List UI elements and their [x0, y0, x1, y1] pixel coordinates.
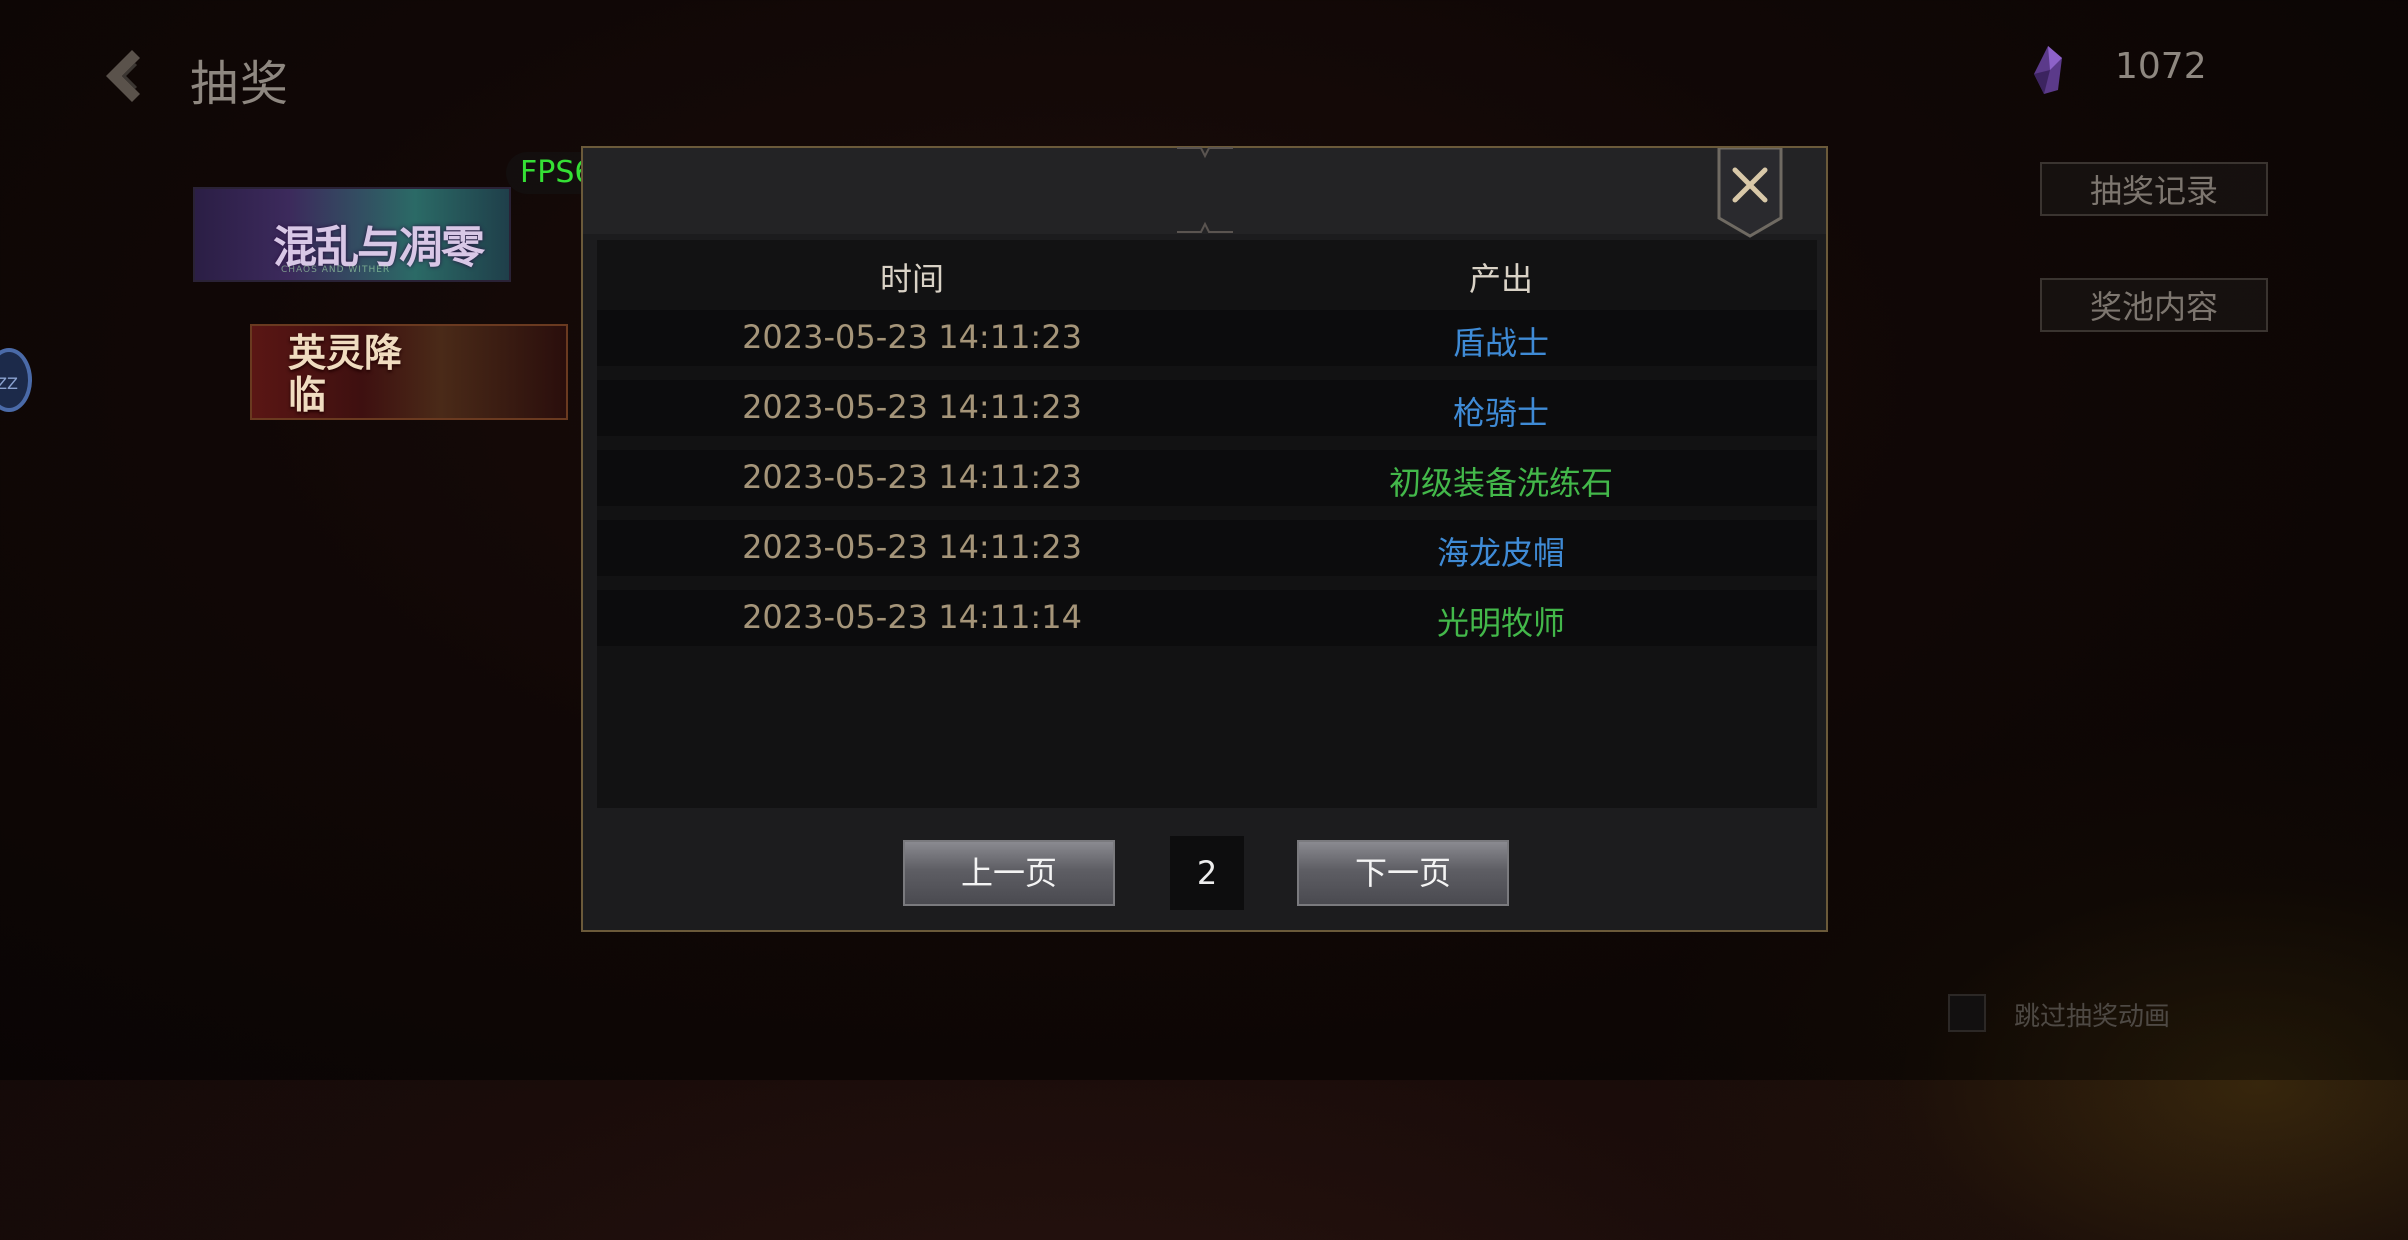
banner-subtitle: CHAOS AND WITHER [281, 265, 391, 275]
draw-record-button[interactable]: 抽奖记录 [2040, 162, 2268, 216]
record-time: 2023-05-23 14:11:23 [742, 528, 1082, 566]
previous-page-button[interactable]: 上一页 [903, 840, 1115, 906]
page-title: 抽奖 [190, 56, 291, 112]
next-page-button[interactable]: 下一页 [1297, 840, 1509, 906]
currency-amount: 1072 [2115, 46, 2207, 87]
record-item: 盾战士 [1452, 324, 1550, 362]
table-row: 2023-05-23 14:11:23 盾战士 [597, 310, 1817, 366]
back-arrow-icon[interactable] [92, 44, 156, 108]
banner-chaos-and-wither[interactable]: 混乱与凋零 CHAOS AND WITHER [193, 187, 511, 282]
column-header-time: 时间 [879, 260, 945, 298]
table-row: 2023-05-23 14:11:14 光明牧师 [597, 590, 1817, 646]
table-row: 2023-05-23 14:11:23 海龙皮帽 [597, 520, 1817, 576]
record-table: 时间 产出 2023-05-23 14:11:23 盾战士 2023-05-23… [597, 240, 1817, 808]
ornament-icon [1176, 221, 1233, 233]
record-time: 2023-05-23 14:11:23 [742, 318, 1082, 356]
prize-pool-button[interactable]: 奖池内容 [2040, 278, 2268, 332]
close-icon[interactable] [1717, 148, 1783, 238]
record-item: 枪骑士 [1452, 394, 1550, 432]
table-row: 2023-05-23 14:11:23 枪骑士 [597, 380, 1817, 436]
banner-hero-spirit-arrival[interactable]: 英灵降临 [250, 324, 568, 420]
record-time: 2023-05-23 14:11:23 [742, 458, 1082, 496]
record-time: 2023-05-23 14:11:14 [742, 598, 1082, 636]
banner-title: 英灵降临 [288, 330, 403, 417]
skip-animation-checkbox[interactable] [1948, 994, 1986, 1032]
purple-crystal-icon [2034, 46, 2062, 94]
ornament-icon [1176, 147, 1233, 159]
page-number: 2 [1170, 836, 1244, 910]
table-row: 2023-05-23 14:11:23 初级装备洗练石 [597, 450, 1817, 506]
skip-animation-label: 跳过抽奖动画 [2014, 1002, 2171, 1032]
record-time: 2023-05-23 14:11:23 [742, 388, 1082, 426]
table-header: 时间 产出 [597, 240, 1817, 310]
record-item: 光明牧师 [1436, 604, 1566, 642]
column-header-output: 产出 [1468, 260, 1534, 298]
record-item: 海龙皮帽 [1436, 534, 1566, 572]
draw-record-dialog: 时间 产出 2023-05-23 14:11:23 盾战士 2023-05-23… [581, 146, 1828, 932]
record-item: 初级装备洗练石 [1388, 464, 1614, 502]
